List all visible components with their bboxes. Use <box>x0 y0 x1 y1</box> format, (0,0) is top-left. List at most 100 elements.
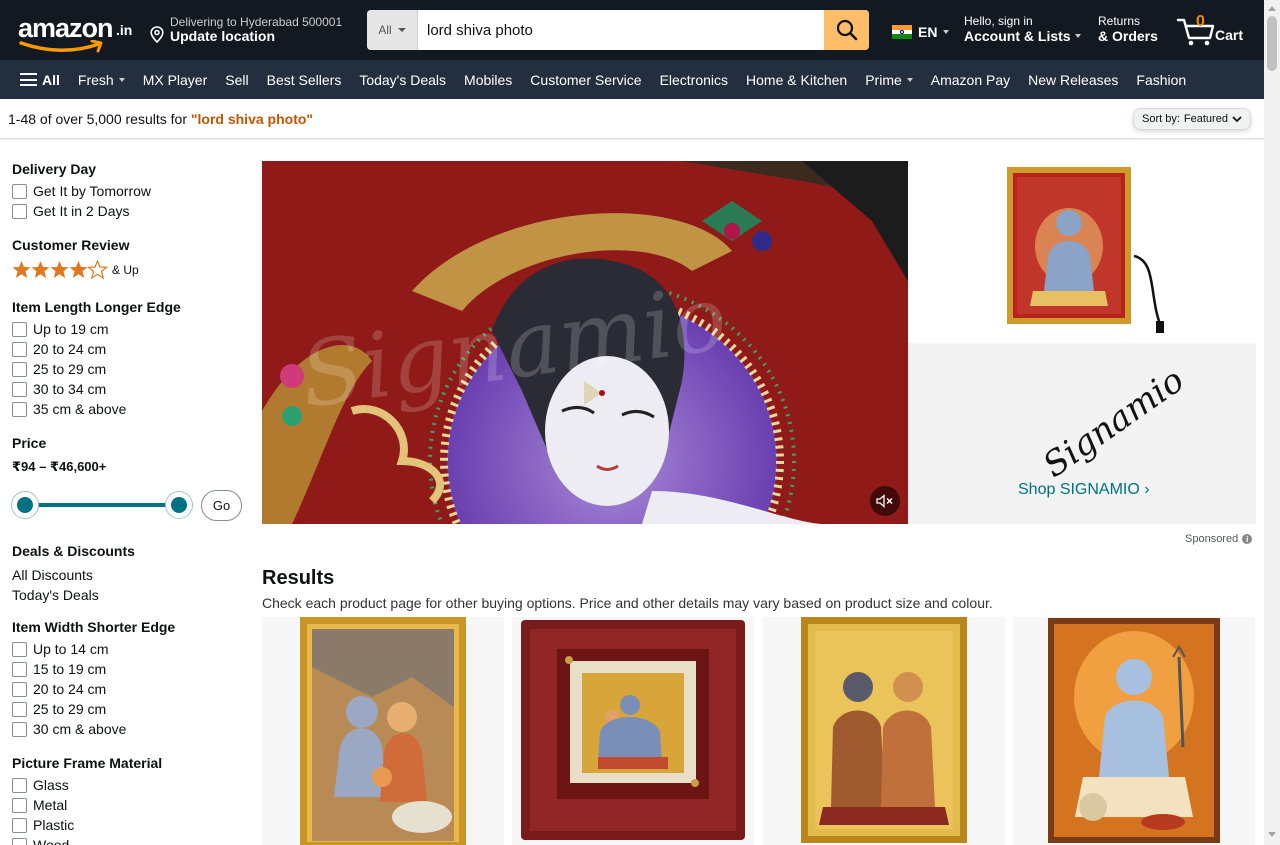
checkbox[interactable] <box>12 341 27 357</box>
nav-fresh[interactable]: Fresh <box>78 72 125 88</box>
checkbox[interactable] <box>12 321 27 337</box>
brand-panel[interactable]: Signamio Shop SIGNAMIO › <box>908 161 1256 524</box>
nav-best-sellers[interactable]: Best Sellers <box>267 72 342 88</box>
nav-todays-deals[interactable]: Today's Deals <box>359 72 446 88</box>
review-4-stars-up[interactable]: & Up <box>12 260 139 280</box>
sponsored-video[interactable]: Signamio <box>262 161 908 524</box>
checkbox[interactable] <box>12 203 27 219</box>
chevron-down-icon <box>943 30 950 34</box>
filter-checkbox[interactable]: Get It by Tomorrow <box>12 183 151 199</box>
mute-button[interactable] <box>870 486 900 516</box>
all-menu-label: All <box>42 71 60 88</box>
nav-customer-service[interactable]: Customer Service <box>530 72 641 88</box>
india-flag-icon <box>892 25 912 40</box>
account-lists[interactable]: Hello, sign in Account & Lists <box>964 14 1081 44</box>
checkbox[interactable] <box>12 721 27 737</box>
scroll-up-arrow-icon[interactable] <box>1268 6 1276 11</box>
language-selector[interactable]: EN <box>892 24 950 40</box>
nav-sell[interactable]: Sell <box>225 72 248 88</box>
delivery-location[interactable]: Delivering to Hyderabad 500001 Update lo… <box>150 13 360 47</box>
sponsored-label[interactable]: Sponsored i <box>1185 533 1253 545</box>
filter-checkbox[interactable]: Up to 19 cm <box>12 321 108 337</box>
checkbox[interactable] <box>12 361 27 377</box>
brand-logo[interactable]: Signamio <box>1036 360 1191 486</box>
nav-fashion-label: Fashion <box>1136 71 1187 88</box>
checkbox[interactable] <box>12 641 27 657</box>
filter-option-label: 35 cm & above <box>33 401 127 417</box>
price-slider[interactable] <box>12 492 192 518</box>
scrollbar-thumb[interactable] <box>1267 16 1277 71</box>
filter-option-label: Wood <box>33 837 70 845</box>
returns-orders[interactable]: Returns & Orders <box>1098 14 1158 44</box>
filter-checkbox[interactable]: 20 to 24 cm <box>12 341 106 357</box>
filter-option-label: 25 to 29 cm <box>33 701 107 717</box>
filter-option-label: Plastic <box>33 817 75 833</box>
filter-checkbox[interactable]: Metal <box>12 797 67 813</box>
filter-checkbox[interactable]: Get It in 2 Days <box>12 203 129 219</box>
deals-link-todays-deals[interactable]: Today's Deals <box>12 587 99 603</box>
filter-option-label: Up to 14 cm <box>33 641 109 657</box>
all-menu-button[interactable]: All <box>20 72 60 88</box>
sort-dropdown[interactable]: Sort by: Featured <box>1133 108 1251 130</box>
checkbox[interactable] <box>12 681 27 697</box>
product-card[interactable] <box>763 617 1005 845</box>
nav-home-kitchen[interactable]: Home & Kitchen <box>746 72 847 88</box>
nav-new-releases[interactable]: New Releases <box>1028 72 1118 88</box>
nav-amazon-pay[interactable]: Amazon Pay <box>931 72 1010 88</box>
product-card[interactable] <box>262 617 504 845</box>
filter-checkbox[interactable]: 25 to 29 cm <box>12 701 106 717</box>
nav-fashion[interactable]: Fashion <box>1136 72 1186 88</box>
scroll-down-arrow-icon[interactable] <box>1268 832 1276 837</box>
checkbox[interactable] <box>12 701 27 717</box>
product-card[interactable] <box>1013 617 1255 845</box>
filter-checkbox[interactable]: 30 to 34 cm <box>12 381 106 397</box>
product-card[interactable] <box>512 617 754 845</box>
nav-electronics[interactable]: Electronics <box>660 72 728 88</box>
results-count: 1-48 of over 5,000 results for "lord shi… <box>8 111 313 127</box>
filter-checkbox[interactable]: 20 to 24 cm <box>12 681 106 697</box>
filter-checkbox[interactable]: Wood <box>12 837 69 845</box>
filter-checkbox[interactable]: 15 to 19 cm <box>12 661 106 677</box>
checkbox[interactable] <box>12 797 27 813</box>
price-go-button[interactable]: Go <box>201 490 242 521</box>
checkbox[interactable] <box>12 777 27 793</box>
results-info-bar: 1-48 of over 5,000 results for "lord shi… <box>0 99 1264 139</box>
checkbox[interactable] <box>12 183 27 199</box>
filter-title-deals: Deals & Discounts <box>12 543 135 559</box>
sub-nav: All Fresh MX Player Sell Best Sellers To… <box>0 60 1264 99</box>
checkbox[interactable] <box>12 401 27 417</box>
search-button[interactable] <box>824 10 869 50</box>
checkbox[interactable] <box>12 381 27 397</box>
checkbox[interactable] <box>12 661 27 677</box>
filter-checkbox[interactable]: Plastic <box>12 817 74 833</box>
nav-mobiles-label: Mobiles <box>464 71 513 88</box>
filter-checkbox[interactable]: Up to 14 cm <box>12 641 108 657</box>
nav-prime[interactable]: Prime <box>865 72 913 88</box>
shop-brand-link[interactable]: Shop SIGNAMIO › <box>1018 481 1150 499</box>
filter-option-label: Metal <box>33 797 68 813</box>
nav-mx-player[interactable]: MX Player <box>143 72 208 88</box>
checkbox[interactable] <box>12 817 27 833</box>
page-scrollbar[interactable] <box>1264 0 1280 845</box>
filter-checkbox[interactable]: Glass <box>12 777 69 793</box>
deals-link-all-discounts[interactable]: All Discounts <box>12 567 93 583</box>
product-image <box>300 617 466 845</box>
filter-checkbox[interactable]: 30 cm & above <box>12 721 126 737</box>
nav-mobiles[interactable]: Mobiles <box>464 72 512 88</box>
filter-checkbox[interactable]: 35 cm & above <box>12 401 126 417</box>
search-input[interactable] <box>418 10 824 50</box>
filter-title-material: Picture Frame Material <box>12 755 163 771</box>
amazon-logo[interactable]: amazon .in <box>17 10 137 53</box>
cart-button[interactable]: 0 Cart <box>1176 12 1248 48</box>
price-slider-max-handle[interactable] <box>166 492 192 518</box>
filter-checkbox[interactable]: 25 to 29 cm <box>12 361 106 377</box>
checkbox[interactable] <box>12 837 27 845</box>
star-icon <box>50 261 69 278</box>
search-category-label: All <box>378 23 392 37</box>
results-heading: Results <box>262 567 335 589</box>
brand-product-image[interactable] <box>908 161 1256 343</box>
price-slider-min-handle[interactable] <box>12 492 38 518</box>
sponsored-text: Sponsored <box>1185 533 1239 545</box>
brand-info: Signamio Shop SIGNAMIO › <box>908 343 1256 524</box>
search-category-dropdown[interactable]: All <box>367 10 418 50</box>
